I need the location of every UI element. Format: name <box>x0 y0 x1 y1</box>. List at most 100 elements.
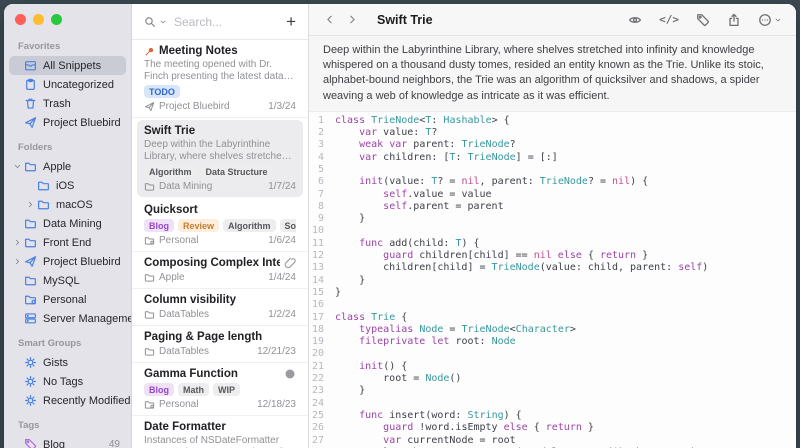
sidebar-item-ios[interactable]: iOS <box>9 176 126 195</box>
line-number: 9 <box>309 213 335 225</box>
snippet-preview: Instances of NSDateFormatter create stri… <box>144 435 296 448</box>
line-number: 8 <box>309 201 335 213</box>
section-label: Tags <box>9 410 126 435</box>
tag-count: 49 <box>109 439 126 448</box>
code-editor[interactable]: 1class TrieNode<T: Hashable> {2 var valu… <box>309 112 796 448</box>
sidebar-item-personal[interactable]: Personal <box>9 290 126 309</box>
code-line: 24 <box>309 398 796 410</box>
sidebar-item-data-mining[interactable]: Data Mining <box>9 214 126 233</box>
folder-name: DataTables <box>159 309 209 320</box>
paper-plane-icon <box>24 255 39 268</box>
zoom-button[interactable] <box>51 14 62 25</box>
sidebar-item-recently-modified[interactable]: Recently Modified <box>9 391 126 410</box>
gear-icon <box>24 375 39 388</box>
minimize-button[interactable] <box>33 14 44 25</box>
search-bar[interactable]: Search... + <box>132 4 308 40</box>
code-text: } <box>335 275 365 287</box>
list-item-swift-trie[interactable]: Swift TrieDeep within the Labyrinthine L… <box>137 120 303 197</box>
forward-button[interactable] <box>346 13 359 26</box>
line-number: 23 <box>309 385 335 397</box>
sidebar-item-mysql[interactable]: MySQL <box>9 271 126 290</box>
code-line: 20 <box>309 348 796 360</box>
code-line: 5 <box>309 164 796 176</box>
sidebar-item-label: iOS <box>56 180 74 192</box>
line-number: 27 <box>309 435 335 447</box>
folder-icon <box>144 309 155 320</box>
code-line: 14 } <box>309 275 796 287</box>
sidebar-item-apple[interactable]: Apple <box>9 157 126 176</box>
line-number: 13 <box>309 262 335 274</box>
sidebar-item-no-tags[interactable]: No Tags <box>9 372 126 391</box>
tag-pill: Blog <box>144 219 174 232</box>
tag-icon <box>24 438 39 448</box>
disclosure-chevron-icon[interactable] <box>13 238 24 247</box>
folder-icon <box>37 198 52 211</box>
folder-name: Apple <box>159 272 185 283</box>
tag-row: TODO <box>144 85 296 98</box>
back-button[interactable] <box>323 13 336 26</box>
tag-pill: Data Structure <box>201 165 273 178</box>
search-icon <box>144 16 156 28</box>
sidebar-item-label: Server Management <box>43 313 131 325</box>
list-item-date-formatter[interactable]: Date FormatterInstances of NSDateFormatt… <box>132 416 308 448</box>
item-footer: Personal1/6/24 <box>144 235 296 246</box>
code-line: 26 guard !word.isEmpty else { return } <box>309 422 796 434</box>
code-text: self.value = value <box>335 189 492 201</box>
paper-plane-icon <box>144 101 155 112</box>
disclosure-chevron-icon[interactable] <box>13 162 24 171</box>
item-footer: DataTables1/2/24 <box>144 309 296 320</box>
list-item-column-visibility[interactable]: Column visibilityDataTables1/2/24 <box>132 289 308 326</box>
code-text: var currentNode = root <box>335 435 516 447</box>
tag-row: AlgorithmData Structure <box>144 165 296 178</box>
item-footer: Project Bluebird1/3/24 <box>144 101 296 112</box>
tag-pill: Blog <box>144 383 174 396</box>
code-icon[interactable]: </> <box>659 13 679 26</box>
date-label: 1/4/24 <box>268 272 296 283</box>
pin-icon <box>144 46 155 57</box>
list-item-quicksort[interactable]: QuicksortBlogReviewAlgorithmSorting+2Per… <box>132 199 308 252</box>
line-number: 19 <box>309 336 335 348</box>
sidebar-item-project-bluebird[interactable]: Project Bluebird <box>9 113 126 132</box>
sidebar-item-front-end[interactable]: Front End <box>9 233 126 252</box>
disclosure-chevron-icon[interactable] <box>26 200 37 209</box>
sidebar-item-project-bluebird[interactable]: Project Bluebird <box>9 252 126 271</box>
item-footer: Apple 1/4/24 <box>144 272 296 283</box>
editor-header: Swift Trie </> <box>309 4 796 36</box>
code-line: 19 fileprivate let root: Node <box>309 336 796 348</box>
add-snippet-button[interactable]: + <box>286 13 296 30</box>
folder-name: Personal <box>159 399 198 410</box>
line-number: 15 <box>309 287 335 299</box>
sidebar-item-uncategorized[interactable]: Uncategorized <box>9 75 126 94</box>
snippet-list-title: Swift Trie <box>144 125 296 137</box>
sidebar-item-blog[interactable]: Blog49 <box>9 435 126 448</box>
line-number: 2 <box>309 127 335 139</box>
sidebar: FavoritesAll SnippetsUncategorizedTrashP… <box>4 4 131 448</box>
sidebar-item-macos[interactable]: macOS <box>9 195 126 214</box>
disclosure-chevron-icon[interactable] <box>13 257 24 266</box>
list-item-composing-complex-interfaces[interactable]: Composing Complex InterfacesApple1/4/24 <box>132 252 308 289</box>
sidebar-item-trash[interactable]: Trash <box>9 94 126 113</box>
tag-icon[interactable] <box>696 13 710 27</box>
tag-pill: TODO <box>144 85 180 98</box>
app-window: FavoritesAll SnippetsUncategorizedTrashP… <box>4 4 796 448</box>
folder-name: DataTables <box>159 346 209 357</box>
sidebar-item-gists[interactable]: Gists <box>9 353 126 372</box>
sidebar-item-server-management[interactable]: Server Management <box>9 309 126 328</box>
search-input[interactable]: Search... <box>174 15 283 29</box>
search-scope-chevron-icon[interactable] <box>159 18 167 26</box>
close-button[interactable] <box>15 14 26 25</box>
code-line: 15} <box>309 287 796 299</box>
item-footer: Personal12/18/23 <box>144 399 296 410</box>
tag-pill: WIP <box>213 383 240 396</box>
list-item-paging-page-length[interactable]: Paging & Page lengthDataTables12/21/23 <box>132 326 308 363</box>
line-number: 26 <box>309 422 335 434</box>
window-controls <box>9 14 126 25</box>
eye-icon[interactable] <box>628 13 642 27</box>
list-item-gamma-function[interactable]: Gamma FunctionBlogMathWIPPersonal12/18/2… <box>132 363 308 416</box>
more-icon[interactable] <box>758 13 782 27</box>
sidebar-item-all-snippets[interactable]: All Snippets <box>9 56 126 75</box>
share-icon[interactable] <box>727 13 741 27</box>
list-item-meeting-notes[interactable]: Meeting NotesThe meeting opened with Dr.… <box>132 40 308 118</box>
code-text: } <box>335 385 365 397</box>
code-text: var value: T? <box>335 127 437 139</box>
